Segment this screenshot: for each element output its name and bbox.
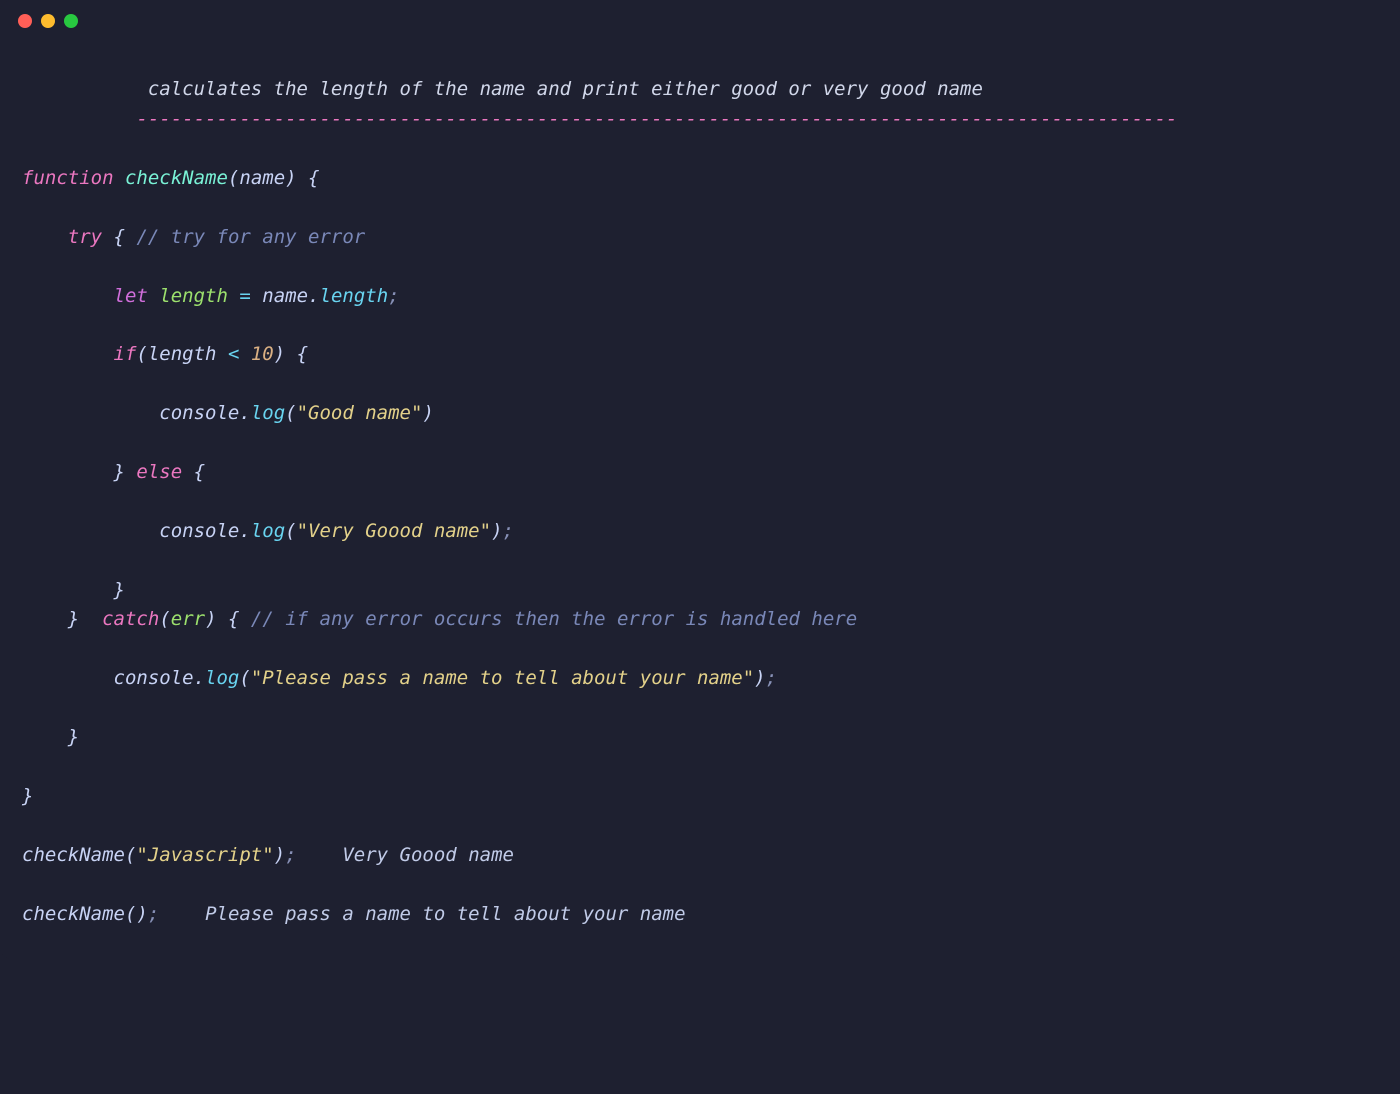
number-10: 10 <box>251 343 274 365</box>
op-assign: = <box>239 285 250 307</box>
close-paren: ) <box>754 667 765 689</box>
code-block: calculates the length of the name and pr… <box>0 36 1400 959</box>
open-brace: { <box>228 608 239 630</box>
close-brace: } <box>68 608 79 630</box>
open-brace: { <box>308 167 319 189</box>
line-if: if(length < 10) { <box>22 343 308 365</box>
string-verygood: "Very Goood name" <box>297 520 491 542</box>
console-ident: console <box>159 520 239 542</box>
open-brace: { <box>114 226 125 248</box>
minimize-icon[interactable] <box>41 14 55 28</box>
open-paren: ( <box>285 402 296 424</box>
open-paren: ( <box>125 903 136 925</box>
semi: ; <box>503 520 514 542</box>
log-method: log <box>251 520 285 542</box>
semi: ; <box>388 285 399 307</box>
close-icon[interactable] <box>18 14 32 28</box>
close-paren: ) <box>491 520 502 542</box>
log-method: log <box>205 667 239 689</box>
keyword-else: else <box>136 461 182 483</box>
param-err: err <box>171 608 205 630</box>
output-2: Please pass a name to tell about your na… <box>205 903 685 925</box>
close-brace: } <box>114 579 125 601</box>
dot: . <box>239 520 250 542</box>
close-paren: ) <box>422 402 433 424</box>
open-paren: ( <box>159 608 170 630</box>
code-window: calculates the length of the name and pr… <box>0 0 1400 959</box>
line-log-good: console.log("Good name") <box>22 402 434 424</box>
close-brace: } <box>68 726 79 748</box>
call1-arg: "Javascript" <box>136 844 273 866</box>
close-brace: } <box>114 461 125 483</box>
line-else: } else { <box>22 461 205 483</box>
semi: ; <box>148 903 159 925</box>
catch-comment: // if any error occurs then the error is… <box>251 608 857 630</box>
var-length: length <box>159 285 228 307</box>
line-end-fn: } <box>22 785 33 807</box>
close-paren: ) <box>205 608 216 630</box>
open-brace: { <box>194 461 205 483</box>
line-catch: } catch(err) { // if any error occurs th… <box>22 608 857 630</box>
fn-call2: checkName <box>22 903 125 925</box>
window-titlebar <box>0 0 1400 36</box>
close-paren: ) <box>274 844 285 866</box>
line-fn-decl: function checkName(name) { <box>22 167 320 189</box>
dot: . <box>194 667 205 689</box>
close-paren: ) <box>285 167 296 189</box>
line-log-verygood: console.log("Very Goood name"); <box>22 520 514 542</box>
keyword-catch: catch <box>102 608 159 630</box>
comment-divider-line: ----------------------------------------… <box>22 108 1177 130</box>
open-paren: ( <box>239 667 250 689</box>
line-end-if: } <box>22 579 125 601</box>
fn-call1: checkName <box>22 844 125 866</box>
dot: . <box>308 285 319 307</box>
line-log-please: console.log("Please pass a name to tell … <box>22 667 777 689</box>
semi: ; <box>766 667 777 689</box>
keyword-if: if <box>114 343 137 365</box>
line-try: try { // try for any error <box>22 226 365 248</box>
console-ident: console <box>159 402 239 424</box>
keyword-let: let <box>114 285 148 307</box>
close-brace: } <box>22 785 33 807</box>
log-method: log <box>251 402 285 424</box>
dot: . <box>239 402 250 424</box>
open-paren: ( <box>228 167 239 189</box>
keyword-try: try <box>68 226 102 248</box>
divider-text: ----------------------------------------… <box>136 108 1177 130</box>
console-ident: console <box>114 667 194 689</box>
string-please: "Please pass a name to tell about your n… <box>251 667 754 689</box>
open-brace: { <box>297 343 308 365</box>
line-call2: checkName(); Please pass a name to tell … <box>22 903 686 925</box>
prop-length: length <box>320 285 389 307</box>
header-comment-text: calculates the length of the name and pr… <box>148 78 983 100</box>
open-paren: ( <box>285 520 296 542</box>
op-lt: < <box>228 343 239 365</box>
line-end-catch: } <box>22 726 79 748</box>
open-paren: ( <box>125 844 136 866</box>
function-name: checkName <box>125 167 228 189</box>
var-length-ref: length <box>148 343 217 365</box>
ident-name: name <box>262 285 308 307</box>
string-good: "Good name" <box>297 402 423 424</box>
keyword-function: function <box>22 167 114 189</box>
close-paren: ) <box>136 903 147 925</box>
comment-header: calculates the length of the name and pr… <box>22 78 983 100</box>
output-1: Very Goood name <box>342 844 514 866</box>
maximize-icon[interactable] <box>64 14 78 28</box>
semi: ; <box>285 844 296 866</box>
param-name: name <box>239 167 285 189</box>
line-let-length: let length = name.length; <box>22 285 400 307</box>
line-call1: checkName("Javascript"); Very Goood name <box>22 844 514 866</box>
try-comment: // try for any error <box>136 226 365 248</box>
open-paren: ( <box>136 343 147 365</box>
close-paren: ) <box>274 343 285 365</box>
